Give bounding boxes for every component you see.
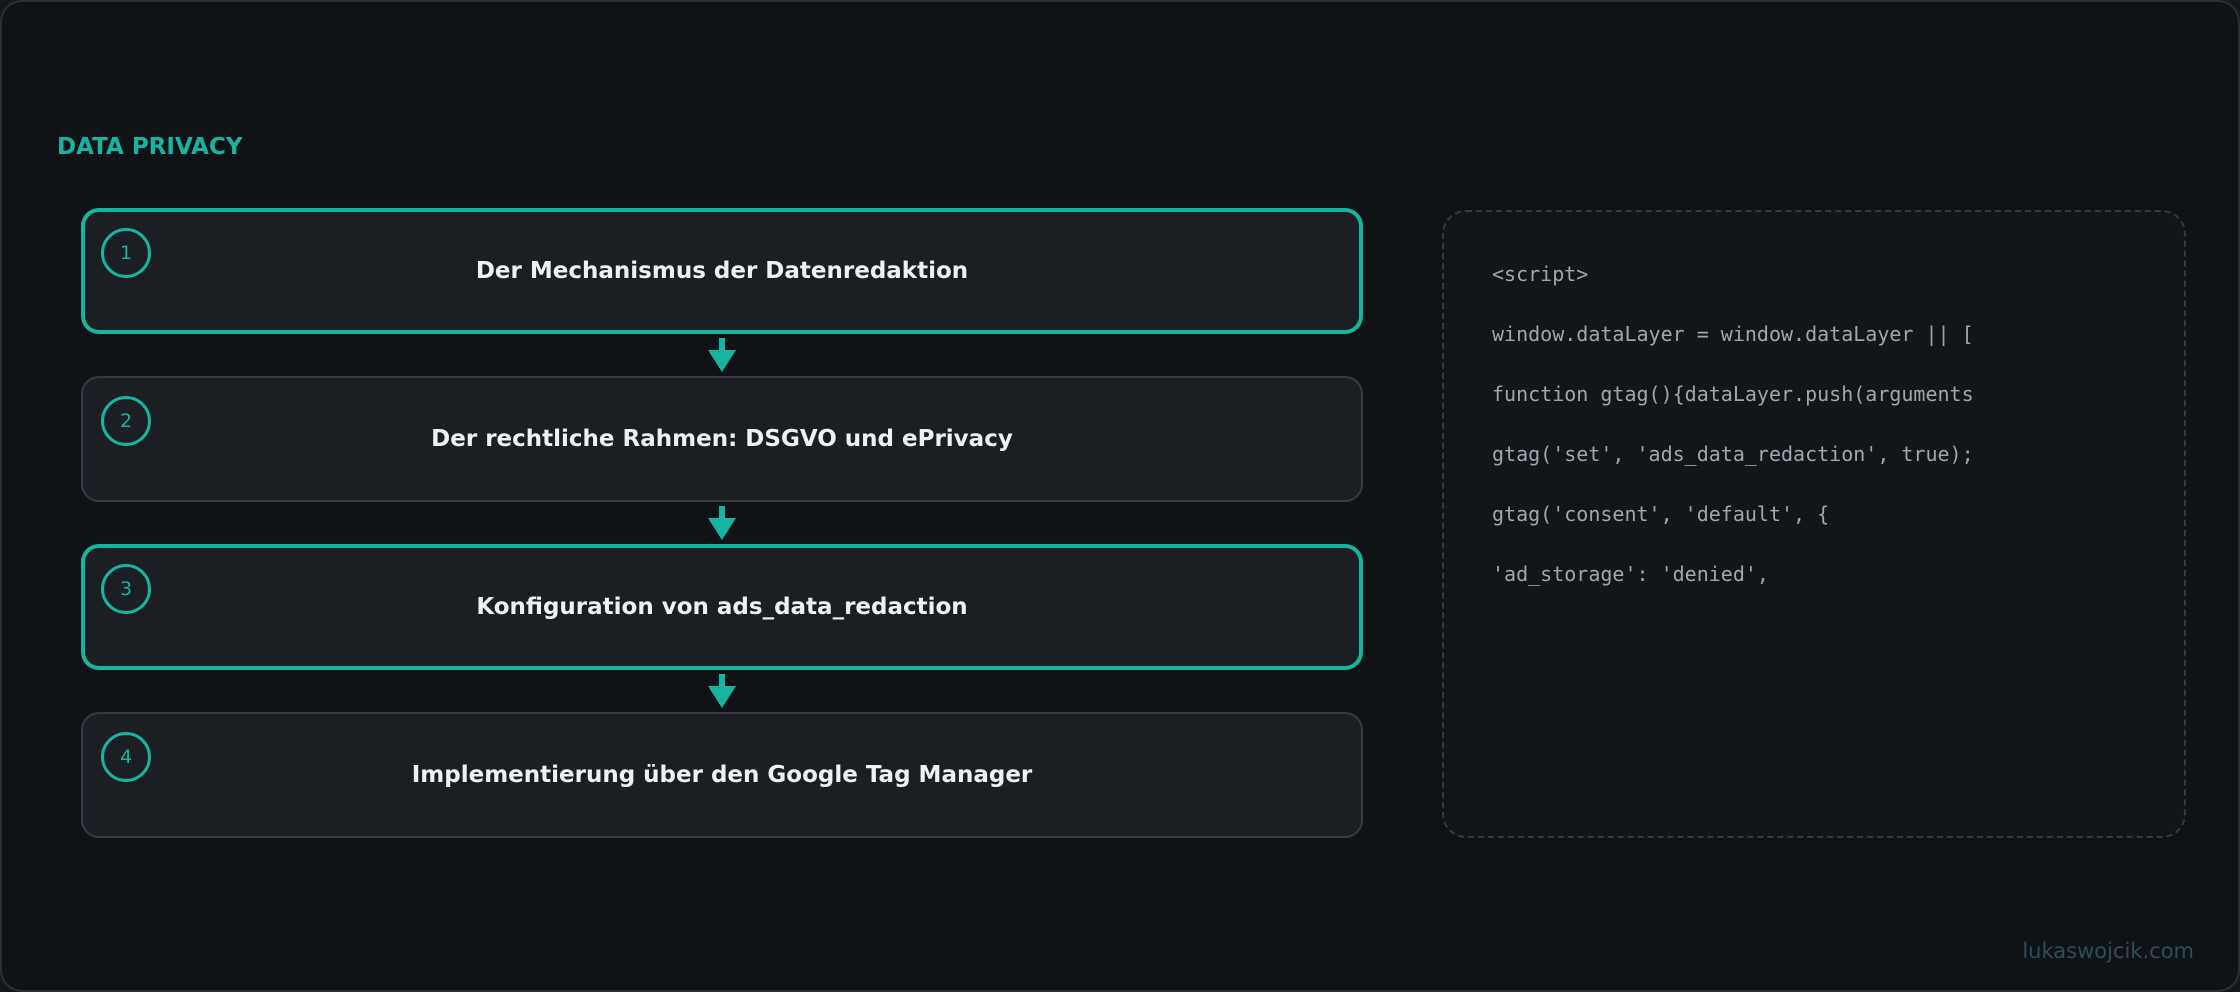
arrow-down-icon [708,338,736,372]
code-line: function gtag(){dataLayer.push(arguments [1492,382,1974,406]
code-line: window.dataLayer = window.dataLayer || [ [1492,322,1974,346]
section-label: DATA PRIVACY [57,134,243,160]
watermark: lukaswojcik.com [2022,939,2194,963]
step-card-3: 3 Konfiguration von ads_data_redaction [81,544,1363,670]
arrow-down-icon [708,506,736,540]
code-line: gtag('consent', 'default', { [1492,502,1830,526]
step-title: Der Mechanismus der Datenredaktion [475,258,969,284]
step-title: Implementierung über den Google Tag Mana… [411,762,1033,788]
arrow-down-icon [708,674,736,708]
step-card-2: 2 Der rechtliche Rahmen: DSGVO und ePriv… [81,376,1363,502]
step-card-4: 4 Implementierung über den Google Tag Ma… [81,712,1363,838]
slide-frame: DATA PRIVACY 1 Der Mechanismus der Daten… [0,0,2240,992]
code-panel: <script> window.dataLayer = window.dataL… [1442,210,2186,838]
step-title: Der rechtliche Rahmen: DSGVO und ePrivac… [431,426,1013,452]
step-card-1: 1 Der Mechanismus der Datenredaktion [81,208,1363,334]
step-title: Konfiguration von ads_data_redaction [476,594,968,620]
code-line: gtag('set', 'ads_data_redaction', true); [1492,442,1974,466]
code-line: 'ad_storage': 'denied', [1492,562,1769,586]
code-line: <script> [1492,262,1589,286]
